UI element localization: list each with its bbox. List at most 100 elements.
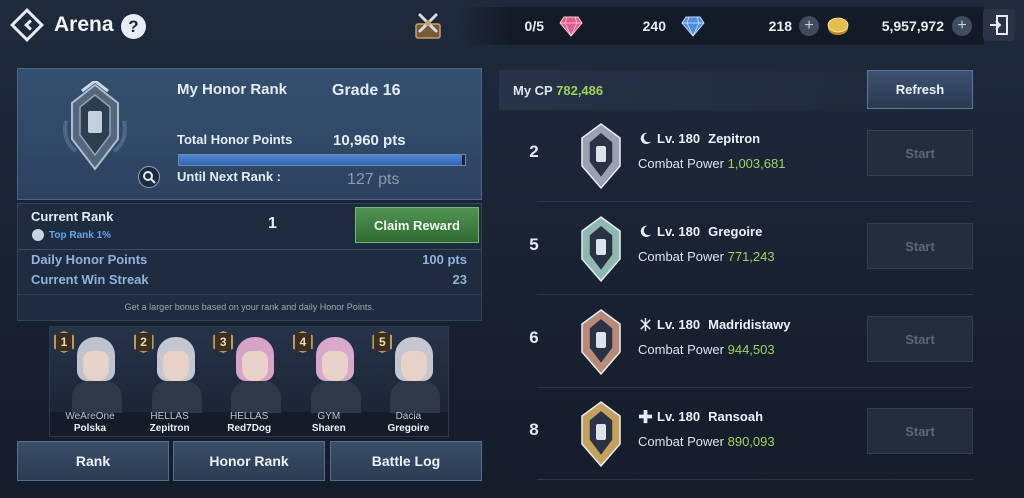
staff-icon [640,317,651,332]
character-body [231,381,282,413]
opponent-level: Lv. 180 [657,224,701,239]
combat-power-value: 890,093 [727,434,775,449]
ranker-name: Gregoire [387,423,430,434]
honor-info-button[interactable] [138,166,160,188]
rank-info-panel: Current Rank Top Rank 1% 1 Claim Reward … [17,203,482,321]
ranker-guild: HELLAS [150,411,189,422]
opponent-rank: 6 [529,328,539,347]
opponent-name: Gregoire [708,224,763,239]
character-face [242,351,269,381]
divider [537,201,973,202]
tab-rank[interactable]: Rank [17,441,169,481]
top-ranker-card[interactable]: 5 Dacia Gregoire [368,327,448,436]
tab-honor-rank[interactable]: Honor Rank [173,441,325,481]
ranker-name: Sharen [311,423,346,434]
opponent-row: 2 Lv. 180 Zepitron Combat Power 1,003,681 St… [500,110,982,202]
red-gem-count: 240 [642,18,666,34]
ranker-guild: Dacia [395,411,422,422]
opponent-name-line: Lv. 180 Madridistawy [638,317,790,332]
opponent-row: 8 Lv. 180 Ransoah Combat Power 890,093 Start [500,388,982,480]
top-ranker-card[interactable]: 4 GYM Sharen [288,327,369,436]
bonus-note: Get a larger bonus based on your rank an… [124,302,375,312]
character-body [151,381,202,413]
opponent-name: Zepitron [708,131,761,146]
rank-emblem-icon [581,123,621,190]
rank-emblem-icon [581,309,621,376]
honor-progress-fill [179,155,463,165]
opponent-level: Lv. 180 [657,317,701,332]
divider [18,294,481,295]
my-cp-value: 782,486 [556,83,604,98]
opponent-combat-power: Combat Power 944,503 [638,342,775,357]
adena-count: 5,957,972 [881,18,944,34]
ticket-count: 0/5 [524,18,544,34]
next-rank-label: Until Next Rank : [177,169,282,184]
honor-grade: Grade 16 [332,82,401,99]
start-battle-button[interactable]: Start [867,316,973,362]
combat-power-value: 1,003,681 [727,156,786,171]
exit-button[interactable] [983,9,1015,41]
refresh-button[interactable]: Refresh [867,70,973,109]
opponent-name-line: Lv. 180 Zepitron [638,131,760,146]
top-rank-badge: Top Rank 1% [32,229,111,241]
character-face [401,351,428,381]
top-ranker-card[interactable]: 1 WeAreOne Polska [50,327,130,436]
total-honor-value: 10,960 pts [333,132,406,149]
magnifier-icon [32,229,44,241]
total-honor-label: Total Honor Points [177,132,293,147]
cross-icon [638,409,653,424]
top-ranker-card[interactable]: 3 HELLAS Red7Dog [209,327,289,436]
start-battle-button[interactable]: Start [867,408,973,454]
character-body [72,381,122,413]
opponent-rank: 8 [529,420,539,439]
opponent-name: Madridistawy [708,317,791,332]
combat-power-label: Combat Power [638,434,724,449]
win-streak-label: Current Win Streak [31,272,149,287]
add-adena-button[interactable]: + [952,16,972,36]
opponent-rank: 2 [529,142,539,161]
start-battle-button[interactable]: Start [867,130,973,176]
blue-gem-icon [681,16,705,37]
character-face [83,351,109,381]
ranker-guild: GYM [317,411,341,422]
my-honor-rank-label: My Honor Rank [177,81,288,98]
add-blue-gem-button[interactable]: + [799,16,819,36]
tab-battle-log[interactable]: Battle Log [330,441,482,481]
top-bar: Arena ? 0/5 240 218 + 5,957,972 + [0,0,1024,52]
daily-honor-label: Daily Honor Points [31,252,148,267]
back-button[interactable] [10,8,44,42]
opponent-level: Lv. 180 [657,409,701,424]
top-ranker-card[interactable]: 2 HELLAS Zepitron [129,327,210,436]
opponent-row: 5 Lv. 180 Gregoire Combat Power 771,243 Star… [500,203,982,295]
opponent-combat-power: Combat Power 1,003,681 [638,156,785,171]
blue-gem-count: 218 [768,18,792,34]
rank-emblem-icon [581,216,621,283]
adena-coin-icon [827,17,849,35]
honor-progress-bar [178,154,466,166]
moon-icon [640,225,652,238]
start-battle-button[interactable]: Start [867,223,973,269]
opponent-row: 6 Lv. 180 Madridistawy Combat Power 944,503… [500,296,982,388]
current-rank-label: Current Rank [31,209,114,224]
exit-door-icon [990,15,1008,35]
combat-power-label: Combat Power [638,249,724,264]
opponent-combat-power: Combat Power 890,093 [638,434,775,449]
help-icon[interactable]: ? [121,14,146,39]
opponent-name-line: Lv. 180 Gregoire [638,224,762,239]
combat-power-label: Combat Power [638,156,724,171]
moon-icon [640,132,652,145]
red-gem-icon [559,16,583,37]
character-face [321,351,348,381]
current-rank-value: 1 [268,215,277,232]
next-rank-value: 127 pts [347,171,400,188]
combat-power-value: 944,503 [727,342,775,357]
opponent-name-line: Lv. 180 Ransoah [638,409,763,424]
honor-rank-panel: My Honor Rank Grade 16 Total Honor Point… [17,68,482,200]
rank-emblem-icon [581,401,621,468]
opponent-level: Lv. 180 [657,131,701,146]
claim-reward-button[interactable]: Claim Reward [355,207,479,243]
ranker-name: Polska [73,423,107,434]
top-five-rankers: 1 WeAreOne Polska 2 HELLAS Zepitron 3 HELLAS Red… [49,326,449,437]
magnifier-icon [143,171,156,184]
rank-number-badge: 5 [372,331,393,353]
